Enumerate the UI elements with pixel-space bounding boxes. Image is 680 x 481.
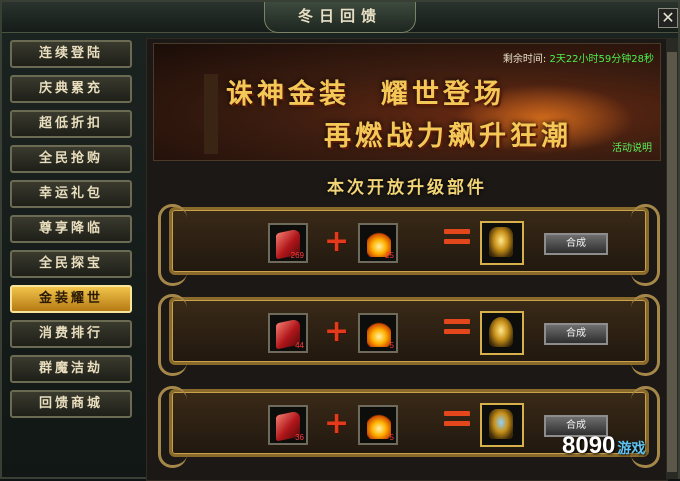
flame-crystal-icon: [367, 321, 391, 347]
watermark-text: 游戏: [617, 440, 646, 456]
dragon-ornament-left: [158, 204, 187, 286]
scrollbar-thumb[interactable]: [667, 52, 677, 472]
material-slot-flame[interactable]: 25: [358, 223, 398, 263]
material-slot-gem[interactable]: 36: [268, 405, 308, 445]
banner-headline: 诛神金装 耀世登场: [226, 79, 505, 110]
sidebar-item-consecutive-login[interactable]: 连续登陆: [10, 40, 132, 68]
banner-subheadline: 再燃战力飙升狂潮: [324, 121, 572, 152]
dragon-ornament-right: [631, 294, 660, 376]
title-bar: 冬日回馈 ✕: [2, 2, 678, 33]
site-watermark: 8090 游戏: [562, 432, 645, 460]
result-slot[interactable]: [480, 403, 524, 447]
activity-content: 诛神金装 耀世登场 再燃战力飙升狂潮 剩余时间: 2天22小时59分钟28秒 活…: [146, 38, 668, 481]
sidebar-item-lucky-pack[interactable]: 幸运礼包: [10, 180, 132, 208]
equals-icon: [444, 226, 470, 248]
event-banner: 诛神金装 耀世登场 再燃战力飙升狂潮 剩余时间: 2天22小时59分钟28秒 活…: [153, 43, 661, 161]
gold-armor-icon: [489, 227, 513, 257]
flame-crystal-icon: [367, 413, 391, 439]
material-slot-flame[interactable]: 5: [358, 313, 398, 353]
equals-icon: [444, 316, 470, 338]
timer-value: 2天22小时59分钟28秒: [549, 54, 654, 65]
activity-sidebar: 连续登陆 庆典累充 超低折扣 全民抢购 幸运礼包 尊享降临 全民探宝 金装耀世 …: [6, 40, 138, 425]
sidebar-item-super-discount[interactable]: 超低折扣: [10, 110, 132, 138]
close-button[interactable]: ✕: [658, 8, 678, 28]
material-slot-flame[interactable]: 5: [358, 405, 398, 445]
sidebar-item-vip-arrival[interactable]: 尊享降临: [10, 215, 132, 243]
equals-icon: [444, 408, 470, 430]
banner-pillar: [204, 74, 218, 154]
sidebar-item-demon-event[interactable]: 群魔洁劫: [10, 355, 132, 383]
scrollbar[interactable]: [666, 38, 678, 479]
material-count: 5: [389, 433, 394, 442]
window-title: 冬日回馈: [264, 2, 416, 33]
material-count: 5: [389, 341, 394, 350]
material-count: 36: [295, 433, 304, 442]
sidebar-item-spending-rank[interactable]: 消费排行: [10, 320, 132, 348]
sidebar-item-treasure-hunt[interactable]: 全民探宝: [10, 250, 132, 278]
activity-window: 冬日回馈 ✕ 连续登陆 庆典累充 超低折扣 全民抢购 幸运礼包 尊享降临 全民探…: [0, 0, 680, 481]
sidebar-item-reward-shop[interactable]: 回馈商城: [10, 390, 132, 418]
synthesize-button[interactable]: 合成: [544, 323, 608, 345]
sidebar-item-golden-gear[interactable]: 金装耀世: [10, 285, 132, 313]
sidebar-item-celebration-recharge[interactable]: 庆典累充: [10, 75, 132, 103]
plus-icon: +: [324, 224, 350, 259]
upgrade-row: 269 + 25 合成: [158, 204, 660, 286]
dragon-ornament-left: [158, 386, 187, 468]
result-slot[interactable]: [480, 221, 524, 265]
material-slot-gem[interactable]: 44: [268, 313, 308, 353]
result-slot[interactable]: [480, 311, 524, 355]
plus-icon: +: [324, 314, 350, 349]
upgrade-row: 44 + 5 合成: [158, 294, 660, 376]
gold-gauntlet-icon: [489, 409, 513, 439]
gold-helmet-icon: [489, 317, 513, 347]
event-rules-link[interactable]: 活动说明: [612, 139, 652, 154]
sidebar-item-flash-sale[interactable]: 全民抢购: [10, 145, 132, 173]
countdown-timer: 剩余时间: 2天22小时59分钟28秒: [503, 50, 654, 65]
timer-label: 剩余时间:: [502, 54, 547, 65]
dragon-ornament-left: [158, 294, 187, 376]
material-count: 269: [290, 251, 304, 260]
section-title: 本次开放升级部件: [327, 178, 487, 198]
material-slot-gem[interactable]: 269: [268, 223, 308, 263]
watermark-number: 8090: [562, 432, 616, 459]
material-count: 25: [385, 251, 394, 260]
plus-icon: +: [324, 406, 350, 441]
material-count: 44: [295, 341, 304, 350]
dragon-ornament-right: [631, 204, 660, 286]
synthesize-button[interactable]: 合成: [544, 233, 608, 255]
